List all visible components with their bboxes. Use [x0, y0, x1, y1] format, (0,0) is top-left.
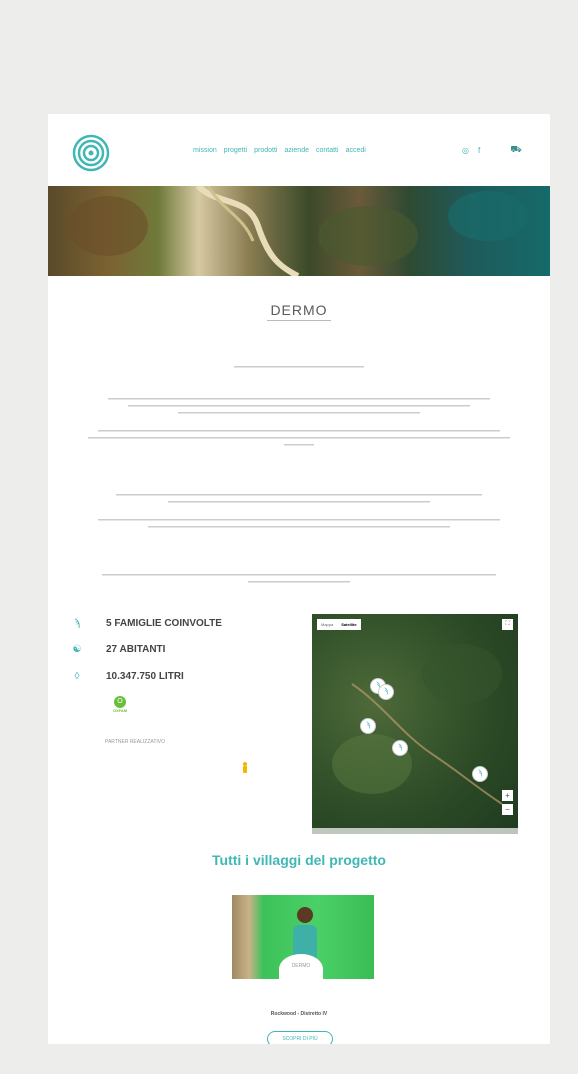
description-paragraph-1: [88, 396, 510, 418]
map-pin[interactable]: ϡ: [472, 766, 488, 782]
zoom-in-button[interactable]: +: [502, 790, 513, 801]
facebook-icon[interactable]: f: [478, 146, 480, 155]
instagram-icon[interactable]: ◎: [462, 146, 469, 155]
pegman-icon[interactable]: [240, 760, 250, 776]
village-badge: DERMO: [279, 954, 323, 979]
main-nav: mission progetti prodotti aziende contat…: [193, 147, 366, 154]
oxfam-icon: O: [114, 696, 126, 708]
zoom-out-button[interactable]: −: [502, 804, 513, 815]
tagline: [48, 364, 550, 371]
nav-item-progetti[interactable]: progetti: [224, 147, 247, 154]
site-header: mission progetti prodotti aziende contat…: [48, 114, 550, 186]
nav-item-contatti[interactable]: contatti: [316, 147, 339, 154]
nav-item-aziende[interactable]: aziende: [284, 147, 309, 154]
villages-title: Tutti i villaggi del progetto: [212, 852, 386, 868]
stat-famiglie: ϡ 5 FAMIGLIE COINVOLTE: [70, 615, 222, 631]
cart-icon: ⛟: [510, 144, 522, 154]
family-icon: ϡ: [74, 617, 80, 629]
stat-abitanti: ☯ 27 ABITANTI: [70, 641, 166, 657]
partner-label: PARTNER REALIZZATIVO: [105, 739, 166, 745]
nav-item-mission[interactable]: mission: [193, 147, 217, 154]
stat-litri: ◊ 10.347.750 LITRI: [70, 668, 184, 684]
project-map[interactable]: Mappa Satellite ⛶ ϡ ϡ ϡ ϡ ϡ + −: [312, 614, 518, 834]
partner-logo[interactable]: O OXFAM: [110, 696, 130, 718]
map-type-tabs: Mappa Satellite: [317, 619, 361, 630]
map-pin[interactable]: ϡ: [378, 684, 394, 700]
people-icon: ☯: [72, 643, 82, 655]
description-paragraph-3: [88, 492, 510, 508]
title-underline: [267, 320, 331, 321]
cart-button[interactable]: ⛟ ·: [509, 144, 523, 162]
discover-more-button[interactable]: SCOPRI DI PIÙ: [267, 1031, 333, 1044]
page-title: DERMO: [270, 302, 328, 318]
village-card-image[interactable]: DERMO: [232, 895, 374, 979]
fullscreen-icon[interactable]: ⛶: [502, 619, 513, 630]
map-tab-satellite[interactable]: Satellite: [337, 619, 360, 630]
nav-item-prodotti[interactable]: prodotti: [254, 147, 277, 154]
cart-count: ·: [515, 154, 517, 159]
nav-item-accedi[interactable]: accedi: [346, 147, 366, 154]
village-name[interactable]: Rockwood - Distretto IV: [48, 1011, 550, 1017]
map-tab-map[interactable]: Mappa: [317, 619, 337, 630]
social-icons: ◎ f: [462, 146, 480, 155]
logo[interactable]: [72, 134, 110, 172]
map-pin[interactable]: ϡ: [392, 740, 408, 756]
water-drop-icon: ◊: [74, 670, 80, 682]
description-paragraph-2: [88, 428, 510, 450]
map-footer: [312, 828, 518, 834]
page: mission progetti prodotti aziende contat…: [48, 114, 550, 1044]
hero-satellite-image: [48, 186, 550, 276]
map-pin[interactable]: ϡ: [360, 718, 376, 734]
description-paragraph-4: [88, 517, 510, 533]
description-paragraph-5: [88, 572, 510, 588]
